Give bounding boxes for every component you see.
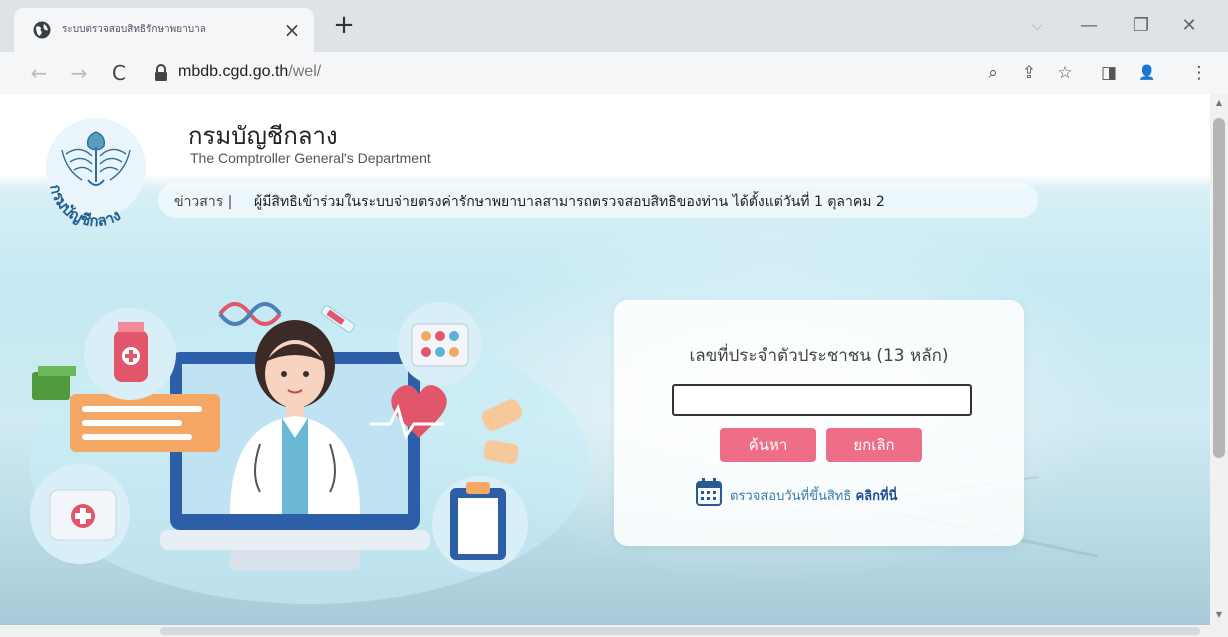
tab-close-icon[interactable]: × [278, 16, 306, 44]
new-tab-button[interactable]: + [330, 12, 358, 40]
pill-pack-icon [411, 323, 469, 367]
page-content: กรมบัญชีกลาง กรมบัญชีกลาง The Comptrolle… [0, 94, 1210, 625]
horizontal-scrollbar[interactable] [0, 625, 1228, 637]
monitor-stand [160, 530, 430, 550]
restore-button[interactable]: ❐ [1126, 12, 1156, 40]
forward-icon[interactable]: → [66, 60, 92, 86]
menu-icon[interactable]: ⋮ [1186, 61, 1212, 85]
vertical-scrollbar[interactable]: ▲ ▼ [1210, 94, 1228, 625]
lock-icon[interactable] [154, 64, 168, 82]
browser-tab[interactable]: ระบบตรวจสอบสิทธิรักษาพยาบาล × [14, 8, 314, 52]
profile-icon[interactable]: 👤 [1134, 61, 1160, 85]
calendar-icon [696, 478, 722, 506]
news-ticker: ข่าวสาร | ผู้มีสิทธิเข้าร่วมในระบบจ่ายตร… [158, 182, 1038, 218]
site-subtitle: The Comptroller General's Department [190, 150, 431, 166]
share-icon[interactable]: ⇪ [1016, 61, 1042, 85]
citizen-id-input[interactable] [672, 384, 972, 416]
scroll-up-arrow[interactable]: ▲ [1210, 96, 1228, 110]
id-check-card: เลขที่ประจำตัวประชาชน (13 หลัก) ค้นหา ยก… [614, 300, 1024, 546]
browser-tab-bar: ระบบตรวจสอบสิทธิรักษาพยาบาล × + ⌵ — ❐ ✕ [0, 0, 1228, 52]
back-icon[interactable]: ← [26, 60, 52, 86]
url-domain: mbdb.cgd.go.th [178, 63, 289, 80]
click-here-link[interactable]: คลิกที่นี่ [855, 489, 897, 504]
check-eligibility-text: ตรวจสอบวันที่ขึ้นสิทธิ คลิกที่นี่ [730, 485, 897, 506]
check-eligibility-label: ตรวจสอบวันที่ขึ้นสิทธิ [730, 489, 856, 504]
news-text: ผู้มีสิทธิเข้าร่วมในระบบจ่ายตรงค่ารักษาพ… [254, 194, 885, 210]
citizen-id-label: เลขที่ประจำตัวประชาชน (13 หลัก) [689, 346, 949, 366]
horizontal-scroll-thumb[interactable] [160, 627, 1200, 635]
minimize-button[interactable]: — [1074, 12, 1104, 40]
tab-title: ระบบตรวจสอบสิทธิรักษาพยาบาล [62, 24, 206, 35]
department-logo: กรมบัญชีกลาง [46, 118, 146, 228]
side-panel-icon[interactable]: ◨ [1096, 61, 1122, 85]
cancel-button[interactable]: ยกเลิก [826, 428, 922, 462]
bookmark-star-icon[interactable]: ☆ [1052, 61, 1078, 85]
zoom-icon[interactable]: ⌕ [980, 61, 1006, 85]
news-label: ข่าวสาร | [174, 194, 233, 210]
address-bar[interactable]: mbdb.cgd.go.th/wel/ [178, 63, 321, 81]
globe-icon [33, 21, 51, 39]
search-button[interactable]: ค้นหา [720, 428, 816, 462]
scroll-down-arrow[interactable]: ▼ [1210, 608, 1228, 622]
doctor-illustration [30, 302, 590, 604]
reload-icon[interactable]: C [106, 60, 132, 86]
tab-search-chevron-icon[interactable]: ⌵ [1022, 12, 1052, 40]
url-path: /wel/ [288, 63, 322, 80]
browser-toolbar: ← → C mbdb.cgd.go.th/wel/ ⌕ ⇪ ☆ ◨ 👤 ⋮ [0, 52, 1228, 94]
scroll-thumb[interactable] [1213, 118, 1225, 458]
close-window-button[interactable]: ✕ [1174, 12, 1204, 40]
money-stack [32, 372, 70, 400]
